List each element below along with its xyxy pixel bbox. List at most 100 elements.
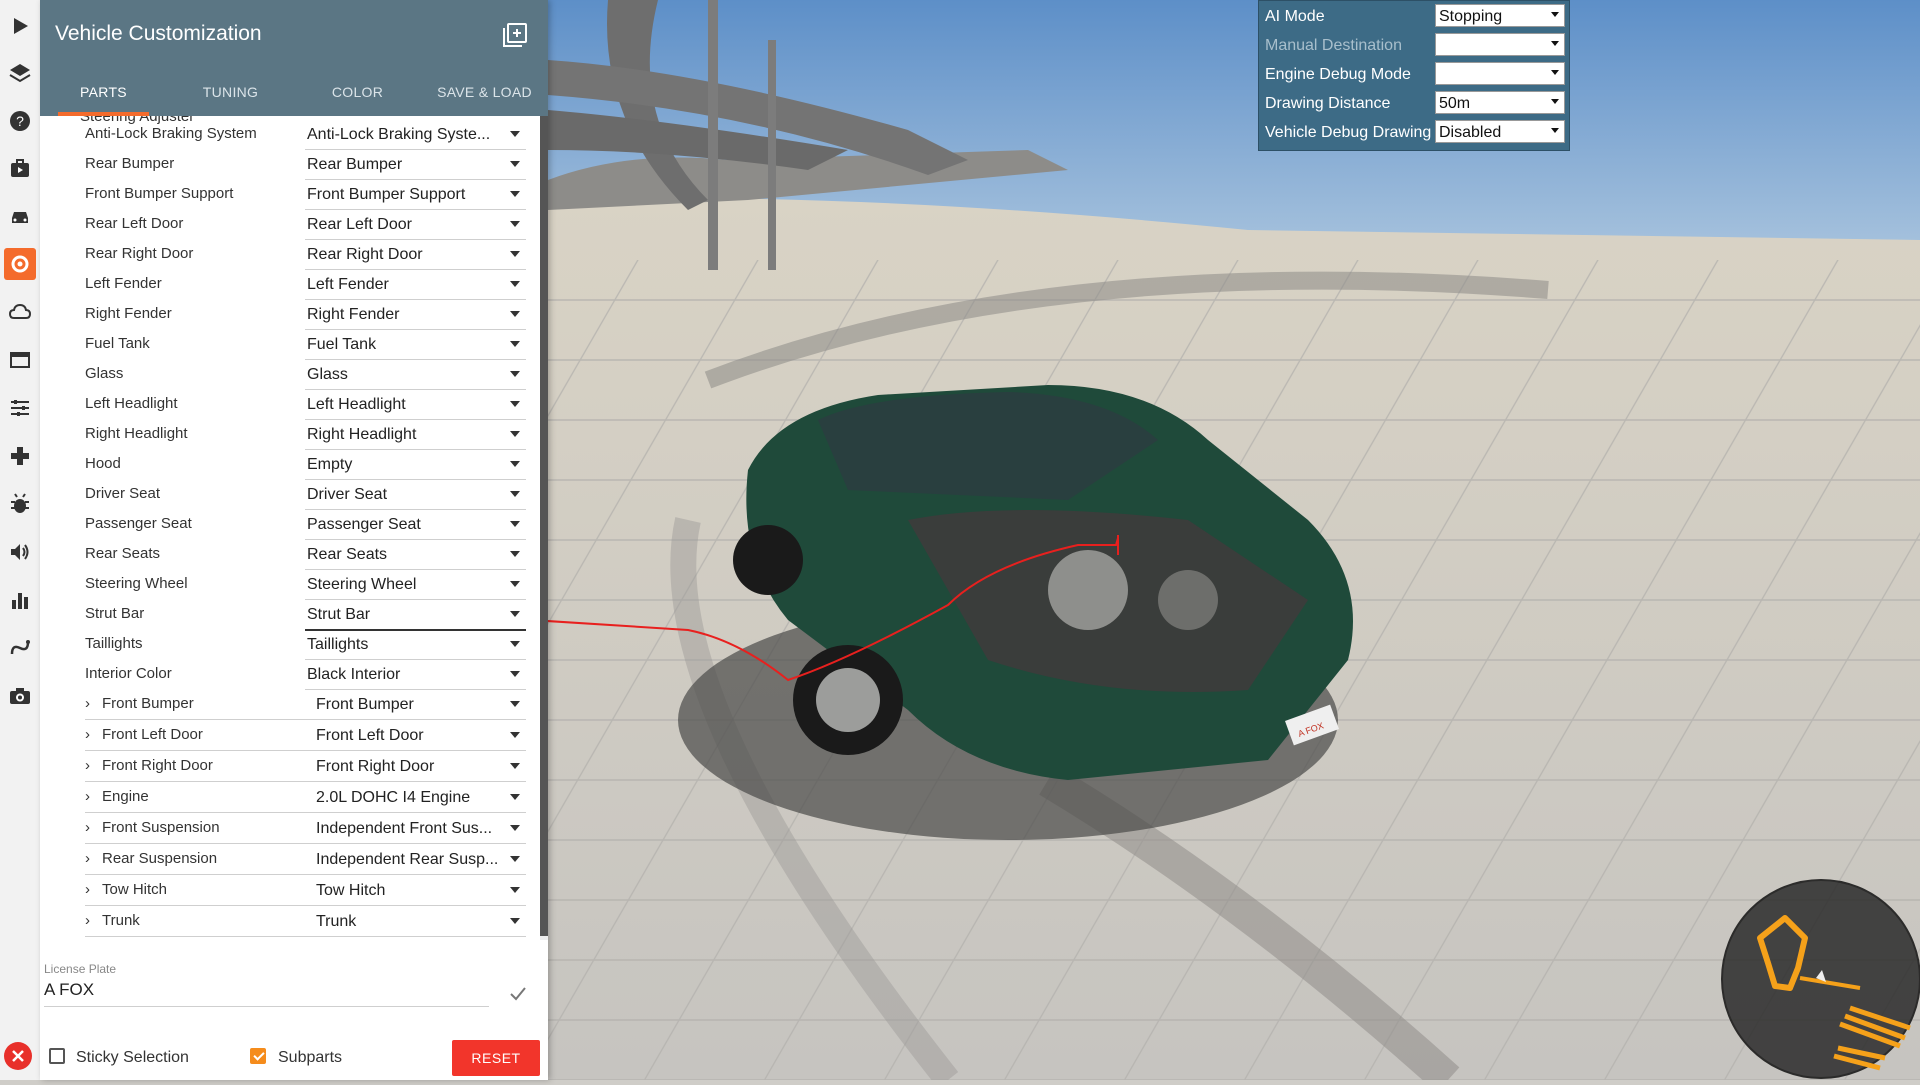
window-icon[interactable] [4,344,36,376]
part-dropdown[interactable]: 2.0L DOHC I4 Engine [314,783,526,813]
path-icon[interactable] [4,632,36,664]
part-label: Strut Bar [85,605,145,622]
part-row: Driver Seat Driver Seat [40,480,530,510]
panel-title: Vehicle Customization [55,22,262,45]
part-dropdown[interactable]: Black Interior [305,660,526,690]
part-dropdown[interactable]: Rear Left Door [305,210,526,240]
part-dropdown-value: Black Interior [307,666,401,683]
part-dropdown[interactable]: Front Bumper [314,690,526,720]
play-icon[interactable] [4,10,36,42]
tab-tuning[interactable]: TUNING [167,68,294,116]
part-dropdown-value: Anti-Lock Braking Syste... [307,126,491,143]
chevron-right-icon[interactable]: › [85,819,90,836]
car-icon[interactable] [4,200,36,232]
part-label: Glass [85,365,124,382]
ai-setting-select[interactable] [1435,62,1565,85]
game-viewport[interactable]: A FOX [548,0,1920,1080]
tab-color[interactable]: COLOR [294,68,421,116]
part-row: Right Headlight Right Headlight [40,420,530,450]
part-dropdown[interactable]: Taillights [305,630,526,660]
part-dropdown[interactable]: Tow Hitch [314,876,526,906]
part-row: › Trunk Trunk [40,907,530,937]
part-row: Left Fender Left Fender [40,270,530,300]
part-dropdown[interactable]: Passenger Seat [305,510,526,540]
layers-icon[interactable] [4,57,36,89]
volume-icon[interactable] [4,536,36,568]
chevron-right-icon[interactable]: › [85,757,90,774]
cloud-icon[interactable] [4,296,36,328]
chevron-right-icon[interactable]: › [85,695,90,712]
ai-setting-select[interactable] [1435,33,1565,56]
help-icon[interactable]: ? [4,105,36,137]
close-icon[interactable] [4,1042,32,1070]
dropdown-arrow-icon [510,311,520,317]
part-dropdown[interactable]: Front Bumper Support [305,180,526,210]
tab-parts[interactable]: PARTS [40,68,167,116]
ai-debug-panel: AI Mode Stopping Manual Destination Engine … [1258,0,1570,151]
reset-button[interactable]: RESET [452,1040,540,1076]
ai-setting-value: Disabled [1439,124,1502,141]
ai-setting-select[interactable]: 50m [1435,91,1565,114]
row-divider [85,750,315,751]
part-dropdown[interactable]: Strut Bar [305,600,526,631]
part-row: › Rear Suspension Independent Rear Susp... [40,845,530,875]
chevron-right-icon[interactable]: › [85,881,90,898]
part-dropdown[interactable]: Front Right Door [314,752,526,782]
gamepad-icon[interactable] [4,440,36,472]
part-dropdown[interactable]: Right Fender [305,300,526,330]
part-dropdown[interactable]: Front Left Door [314,721,526,751]
chevron-right-icon[interactable]: › [85,726,90,743]
camera-icon[interactable] [4,680,36,712]
part-dropdown[interactable]: Fuel Tank [305,330,526,360]
chevron-right-icon[interactable]: › [85,912,90,929]
chevron-right-icon[interactable]: › [85,850,90,867]
part-dropdown[interactable]: Rear Right Door [305,240,526,270]
dropdown-arrow-icon [510,521,520,527]
part-dropdown[interactable]: Glass [305,360,526,390]
part-dropdown[interactable]: Left Headlight [305,390,526,420]
sticky-selection-checkbox[interactable] [49,1048,65,1064]
part-dropdown[interactable]: Left Fender [305,270,526,300]
part-dropdown[interactable]: Trunk [314,907,526,937]
part-dropdown[interactable]: Right Headlight [305,420,526,450]
part-dropdown[interactable]: Rear Seats [305,540,526,570]
license-plate-input[interactable]: A FOX [44,980,489,1007]
part-dropdown[interactable]: Anti-Lock Braking Syste... [305,120,526,150]
part-dropdown-value: Rear Right Door [307,246,423,263]
dropdown-arrow-icon [510,763,520,769]
part-label: Left Fender [85,275,162,292]
part-dropdown[interactable]: Rear Bumper [305,150,526,180]
tab-save-load[interactable]: SAVE & LOAD [421,68,548,116]
part-label: Front Suspension [102,819,220,836]
chevron-right-icon[interactable]: › [85,788,90,805]
tool-sidebar: ? [0,0,41,1080]
scrollbar-thumb[interactable] [540,116,548,936]
part-dropdown[interactable]: Steering Wheel [305,570,526,600]
check-icon[interactable] [508,984,528,1004]
ai-setting-row: Drawing Distance 50m [1259,88,1569,117]
dropdown-arrow-icon [510,431,520,437]
ai-setting-select[interactable]: Stopping [1435,4,1565,27]
part-dropdown-value: Empty [307,456,353,473]
dropdown-arrow-icon [1551,70,1559,75]
part-label: Anti-Lock Braking System [85,125,257,142]
ai-setting-select[interactable]: Disabled [1435,120,1565,143]
dropdown-arrow-icon [510,191,520,197]
dropdown-arrow-icon [510,732,520,738]
part-dropdown-value: Tow Hitch [316,882,386,899]
subparts-checkbox[interactable] [250,1048,266,1064]
parts-list[interactable]: Steering Adjuster Anti-Lock Braking Syst… [40,116,548,940]
dropdown-arrow-icon [510,611,520,617]
part-dropdown[interactable]: Driver Seat [305,480,526,510]
gear-icon[interactable] [4,248,36,280]
bug-icon[interactable] [4,488,36,520]
part-label: Rear Bumper [85,155,175,172]
bag-icon[interactable] [4,152,36,184]
part-dropdown[interactable]: Independent Front Sus... [314,814,526,844]
sliders-icon[interactable] [4,392,36,424]
add-window-icon[interactable] [502,22,528,48]
part-dropdown[interactable]: Independent Rear Susp... [314,845,526,875]
part-dropdown[interactable]: Empty [305,450,526,480]
parts-scrollbar[interactable] [540,116,548,940]
bar-chart-icon[interactable] [4,584,36,616]
